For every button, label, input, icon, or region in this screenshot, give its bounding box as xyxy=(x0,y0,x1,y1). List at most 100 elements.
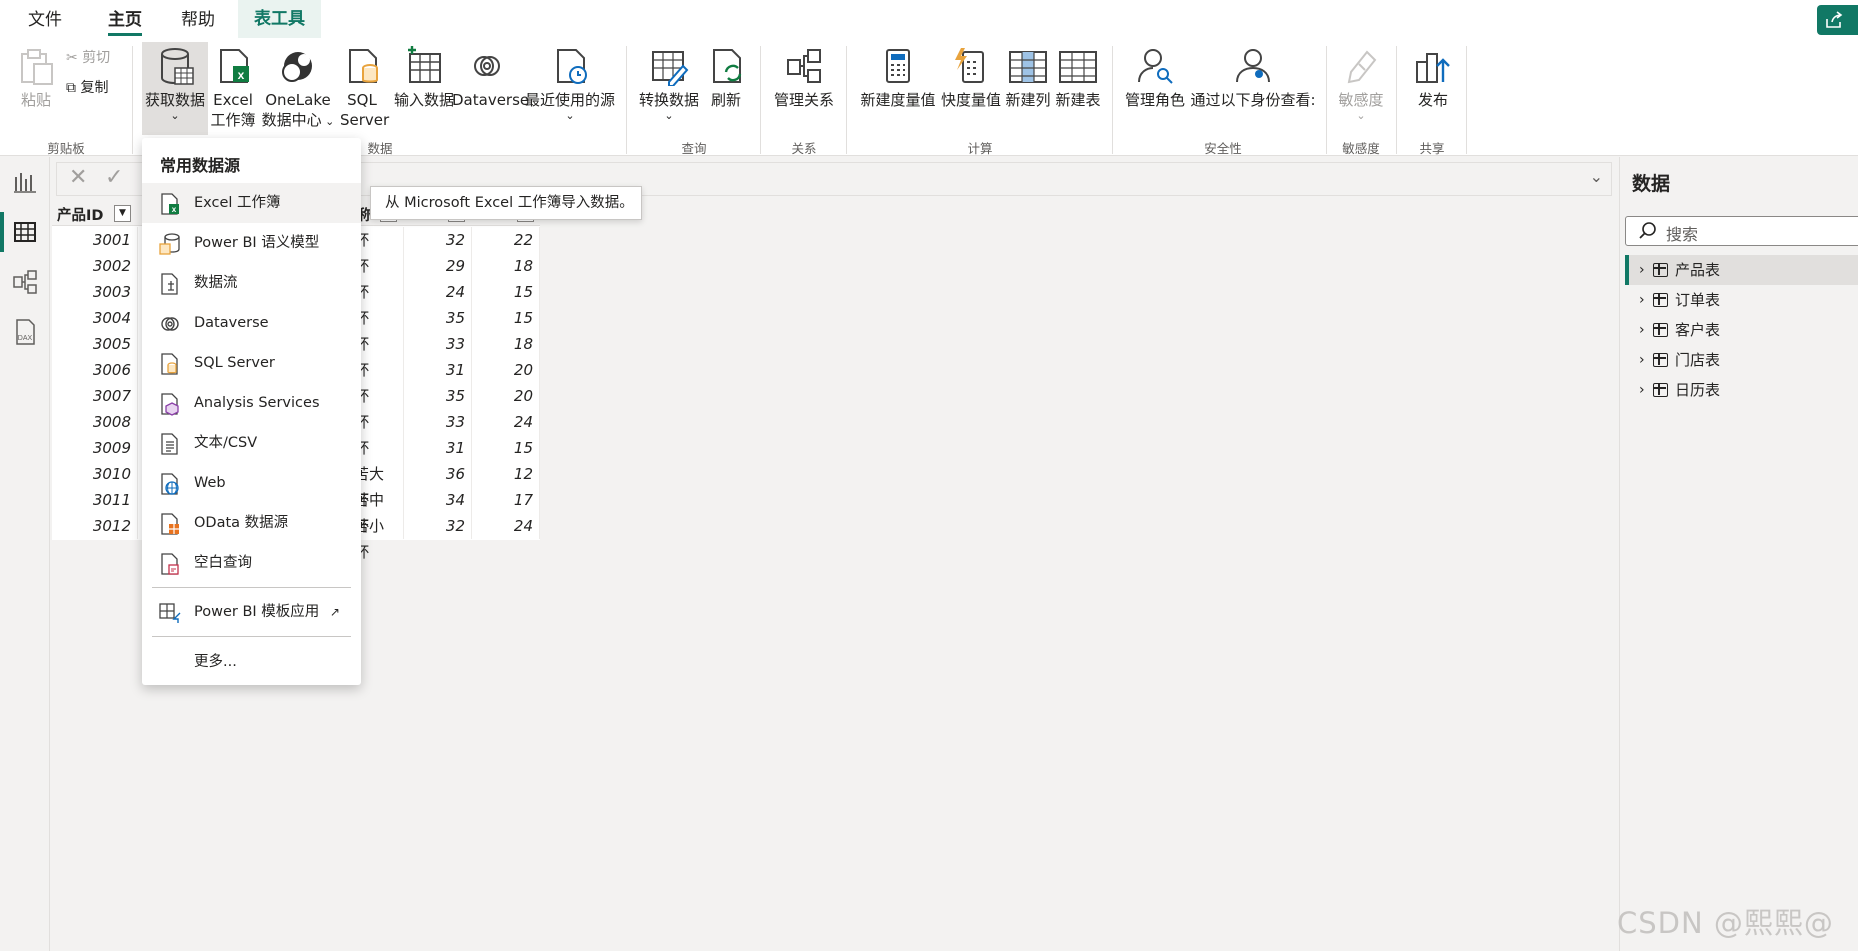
report-view-icon[interactable] xyxy=(10,167,40,197)
table-cell[interactable]: 3006 xyxy=(52,357,138,383)
table-cell[interactable]: 20 xyxy=(472,383,540,409)
search-icon xyxy=(1639,222,1656,239)
menu-item-more[interactable]: 更多... xyxy=(142,642,361,682)
quick-measure-button[interactable]: 快度量值 xyxy=(940,46,1002,110)
table-cell[interactable]: 24 xyxy=(404,279,472,305)
new-measure-button[interactable]: 新建度量值 xyxy=(858,46,938,110)
menu-item-dataverse[interactable]: Dataverse xyxy=(142,303,361,343)
menu-item-text-csv[interactable]: 文本/CSV xyxy=(142,423,361,463)
menu-item-blank-query[interactable]: 空白查询 xyxy=(142,543,361,583)
table-cell[interactable]: 15 xyxy=(472,435,540,461)
dataverse-button[interactable]: Dataverse xyxy=(452,46,529,110)
view-as-button[interactable]: 通过以下身份查看: xyxy=(1188,46,1318,110)
table-cell[interactable]: 29 xyxy=(404,253,472,279)
tree-item-order-table[interactable]: › 订单表 xyxy=(1625,285,1858,315)
table-cell[interactable]: 35 xyxy=(404,383,472,409)
manage-roles-label: 管理角色 xyxy=(1124,91,1185,109)
tree-item-calendar-table[interactable]: › 日历表 xyxy=(1625,375,1858,405)
transform-data-button[interactable]: 转换数据 ⌄ xyxy=(638,46,700,122)
table-cell[interactable]: 3001 xyxy=(52,227,138,253)
table-cell[interactable]: 18 xyxy=(472,253,540,279)
publish-button[interactable]: 发布 xyxy=(1410,46,1456,110)
table-cell[interactable]: 17 xyxy=(472,487,540,513)
menu-item-template-app[interactable]: Power BI 模板应用 ↗ xyxy=(142,592,361,632)
sql-server-button[interactable]: SQL Server xyxy=(340,46,389,130)
enter-data-button[interactable]: 输入数据 xyxy=(388,46,460,110)
onelake-button[interactable]: OneLake 数据中心 ⌄ xyxy=(260,46,336,132)
table-cell[interactable]: 31 xyxy=(404,357,472,383)
tree-item-customer-table[interactable]: › 客户表 xyxy=(1625,315,1858,345)
table-cell[interactable]: 20 xyxy=(472,357,540,383)
manage-relationships-button[interactable]: 管理关系 xyxy=(772,46,836,110)
copy-button[interactable]: ⧉ 复制 xyxy=(66,78,108,98)
tab-home[interactable]: 主页 xyxy=(98,6,152,36)
new-table-button[interactable]: 新建表 xyxy=(1054,46,1102,110)
menu-item-excel[interactable]: x Excel 工作簿 xyxy=(142,183,361,223)
table-cell[interactable]: 12 xyxy=(472,461,540,487)
excel-label-1: Excel xyxy=(213,91,253,109)
model-view-icon[interactable] xyxy=(10,267,40,297)
column-header-product-id[interactable]: 产品ID xyxy=(57,204,103,225)
manage-roles-button[interactable]: 管理角色 xyxy=(1124,46,1186,110)
table-cell[interactable]: 15 xyxy=(472,279,540,305)
table-cell[interactable]: 31 xyxy=(404,435,472,461)
refresh-button[interactable]: 刷新 xyxy=(706,46,746,110)
table-cell[interactable]: 18 xyxy=(472,331,540,357)
menu-item-sql-server[interactable]: SQL Server xyxy=(142,343,361,383)
table-cell[interactable]: 32 xyxy=(404,227,472,253)
menu-item-semantic-model[interactable]: Power BI 语义模型 xyxy=(142,223,361,263)
table-cell[interactable]: 33 xyxy=(404,331,472,357)
table-cell[interactable]: 36 xyxy=(404,461,472,487)
table-cell[interactable]: 3012 xyxy=(52,513,138,539)
manage-relationships-label: 管理关系 xyxy=(773,91,834,109)
table-cell[interactable]: 15 xyxy=(472,305,540,331)
query-group-label: 查询 xyxy=(681,141,707,156)
tree-item-store-table[interactable]: › 门店表 xyxy=(1625,345,1858,375)
tab-file[interactable]: 文件 xyxy=(18,6,72,34)
tab-help[interactable]: 帮助 xyxy=(171,6,225,34)
cut-button[interactable]: ✂ 剪切 xyxy=(66,48,110,68)
menu-item-label: 数据流 xyxy=(194,275,238,291)
table-cell[interactable]: 24 xyxy=(472,409,540,435)
table-cell[interactable]: 3005 xyxy=(52,331,138,357)
expand-chevron-icon[interactable]: ⌄ xyxy=(1590,167,1603,186)
cancel-icon[interactable]: ✕ xyxy=(69,165,87,190)
tree-item-label: 日历表 xyxy=(1675,381,1721,399)
table-cell[interactable]: 3003 xyxy=(52,279,138,305)
table-cell[interactable]: 3002 xyxy=(52,253,138,279)
security-group-label: 安全性 xyxy=(1204,141,1242,156)
table-cell[interactable]: 33 xyxy=(404,409,472,435)
table-cell[interactable]: 34 xyxy=(404,487,472,513)
excel-workbook-button[interactable]: x Excel 工作簿 xyxy=(210,46,256,130)
table-cell[interactable]: 3011 xyxy=(52,487,138,513)
table-cell[interactable]: 22 xyxy=(472,227,540,253)
new-column-button[interactable]: 新建列 xyxy=(1004,46,1052,110)
analysis-services-icon xyxy=(158,392,182,416)
search-input[interactable]: 搜索 xyxy=(1625,216,1858,246)
get-data-button[interactable]: 获取数据 ⌄ xyxy=(144,46,206,122)
table-cell[interactable]: 3007 xyxy=(52,383,138,409)
table-cell[interactable]: 3010 xyxy=(52,461,138,487)
table-cell[interactable]: 3009 xyxy=(52,435,138,461)
commit-icon[interactable]: ✓ xyxy=(105,165,123,190)
column-filter-icon[interactable]: ▼ xyxy=(114,205,131,222)
table-cell[interactable]: 35 xyxy=(404,305,472,331)
table-cell[interactable]: 24 xyxy=(472,513,540,539)
recent-sources-button[interactable]: 最近使用的源 ⌄ xyxy=(524,46,616,122)
menu-item-dataflow[interactable]: 数据流 xyxy=(142,263,361,303)
paste-button[interactable]: 粘贴 xyxy=(16,46,56,110)
dax-query-view-icon[interactable]: DAX xyxy=(10,317,40,347)
table-view-icon[interactable] xyxy=(10,217,40,247)
menu-item-odata[interactable]: OData 数据源 xyxy=(142,503,361,543)
table-cell[interactable]: 32 xyxy=(404,513,472,539)
table-cell[interactable]: 3004 xyxy=(52,305,138,331)
sensitivity-button[interactable]: 敏感度 ⌄ xyxy=(1336,46,1386,122)
tab-table-tools[interactable]: 表工具 xyxy=(238,0,321,38)
menu-item-web[interactable]: Web xyxy=(142,463,361,503)
tree-item-product-table[interactable]: › 产品表 xyxy=(1625,255,1858,285)
table-cell[interactable]: 3008 xyxy=(52,409,138,435)
table-icon xyxy=(1653,323,1668,337)
menu-item-analysis-services[interactable]: Analysis Services xyxy=(142,383,361,423)
menu-item-label: 文本/CSV xyxy=(194,435,258,451)
share-button[interactable] xyxy=(1817,5,1858,35)
